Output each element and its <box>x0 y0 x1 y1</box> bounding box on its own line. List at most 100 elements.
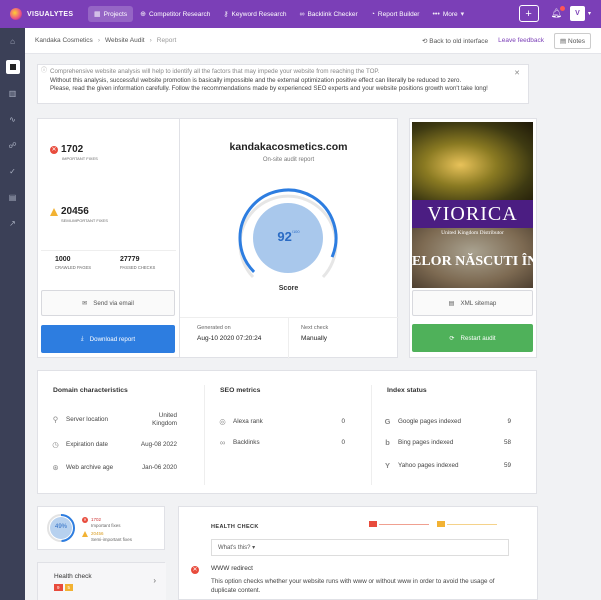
bing-label: Bing pages indexed <box>398 439 454 446</box>
yahoo-icon: Y <box>384 461 390 470</box>
error-icon: ✕ <box>82 517 88 523</box>
health-nav-warnings: 5 <box>64 584 74 591</box>
chevron-down-icon: ▾ <box>460 11 465 18</box>
chevron-right-icon: › <box>97 37 100 44</box>
chevron-down-icon: ▾ <box>252 545 256 551</box>
nav-projects-label: Projects <box>103 10 128 18</box>
users-icon[interactable]: ☍ <box>0 132 25 158</box>
server-location-value-1: United <box>158 411 177 419</box>
audit-subtitle: On-site audit report <box>262 157 315 163</box>
logo-mark <box>10 8 22 20</box>
health-check-nav[interactable]: Health check 9 5 › <box>37 562 166 600</box>
domain-chars-title: Domain characteristics <box>53 387 128 394</box>
nav-report-builder[interactable]: ◔ Report Builder <box>365 6 426 22</box>
score-max: /100 <box>291 229 300 234</box>
crumb-project[interactable]: Kandaka Cosmetics <box>35 37 93 44</box>
yahoo-label: Yahoo pages indexed <box>398 462 459 469</box>
alexa-label: Alexa rank <box>233 418 263 425</box>
nav-competitor-label: Competitor Research <box>148 10 211 18</box>
whats-this-dropdown[interactable]: What's this? ▾ <box>211 539 509 556</box>
restart-audit-button[interactable]: ⟳ Restart audit <box>412 324 533 352</box>
generated-info: Generated on Aug-10 2020 07:20:24 <box>197 325 261 342</box>
crumb-audit[interactable]: Website Audit <box>105 37 145 44</box>
backlinks-value: 0 <box>341 439 345 446</box>
back-old-interface-link[interactable]: ⟲ Back to old interface <box>422 37 488 45</box>
legend-warning-swatch <box>437 521 445 527</box>
crawled-pages-label: Crawled pages <box>55 265 92 270</box>
legend-error-swatch <box>369 521 377 527</box>
restart-icon: ⟳ <box>449 334 455 342</box>
home-icon[interactable]: ⌂ <box>0 28 25 54</box>
close-icon[interactable]: ✕ <box>514 70 520 79</box>
report-icon[interactable]: ▤ <box>0 184 25 210</box>
screenshot-banner: United Kingdom Distributor ELOR NĂSCUTI … <box>412 228 533 288</box>
error-icon: ✕ <box>191 566 199 574</box>
mini-semi: 20456 Semi-important fixes <box>82 531 132 542</box>
legend-error-bar <box>379 524 429 525</box>
expiration-date-row: ◷ Expiration date Aug-08 2022 <box>51 440 177 449</box>
pulse-icon[interactable]: ∿ <box>0 106 25 132</box>
generated-value: Aug-10 2020 07:20:24 <box>197 335 262 342</box>
sitemap-label: XML sitemap <box>460 299 497 307</box>
google-value: 9 <box>507 418 511 425</box>
score-card: kandakacosmetics.com On-site audit repor… <box>179 118 399 359</box>
feedback-link[interactable]: Leave feedback <box>498 37 544 44</box>
send-email-button[interactable]: ✉ Send via email <box>41 290 175 316</box>
index-status-title: Index status <box>387 387 427 394</box>
mini-score-value: 49% <box>54 524 67 530</box>
check-list-icon[interactable]: ✓ <box>0 158 25 184</box>
breadcrumb: Kandaka Cosmetics › Website Audit › Repo… <box>25 28 601 54</box>
bar-chart-icon[interactable]: ▥ <box>0 80 25 106</box>
nav-competitor-research[interactable]: ⊕ Competitor Research <box>134 6 216 22</box>
nav-more[interactable]: ••• More ▾ <box>426 6 473 22</box>
download-report-button[interactable]: ⤓ Download report <box>41 325 175 353</box>
back-link-label: Back to old interface <box>429 37 489 45</box>
google-label: Google pages indexed <box>398 418 462 425</box>
avatar-chevron-icon[interactable]: ▾ <box>588 10 591 17</box>
restart-label: Restart audit <box>460 334 496 342</box>
app-logo[interactable]: VISUALYTES <box>0 0 88 28</box>
nav-backlink-checker[interactable]: ∞ Backlink Checker <box>293 6 363 22</box>
nav-keyword-research[interactable]: ⚷ Keyword Research <box>217 6 292 22</box>
nav-keyword-label: Keyword Research <box>231 10 287 18</box>
expiration-value: Aug-08 2022 <box>140 441 177 448</box>
sidebar-item-audit[interactable] <box>0 54 25 80</box>
pie-icon: ◔ <box>370 10 375 18</box>
yahoo-value: 59 <box>503 462 511 469</box>
screenshot-tagline: ELOR NĂSCUTI ÎN <box>412 254 533 269</box>
header-actions: ⟲ Back to old interface Leave feedback ▤… <box>422 32 591 49</box>
key-icon: ⚷ <box>223 11 229 18</box>
semi-fixes-stat: 20456 Semi-important fixes <box>50 206 108 223</box>
xml-sitemap-button[interactable]: ▤ XML sitemap <box>412 290 533 316</box>
bell-icon[interactable]: 🔔︎ <box>551 6 565 19</box>
whats-this-label: What's this? <box>218 545 251 551</box>
google-icon: G <box>384 417 391 426</box>
notes-button[interactable]: ▤ Notes <box>554 32 591 49</box>
passed-checks-value: 27779 <box>120 256 140 263</box>
clock-icon: ◷ <box>52 440 59 449</box>
info-notice: ⓘ Comprehensive website analysis will he… <box>37 64 529 104</box>
google-indexed-row: G Google pages indexed 9 <box>383 417 511 426</box>
info-icon: ⓘ <box>41 68 48 74</box>
dots-icon: ••• <box>432 10 440 18</box>
important-fixes-stat: ✕ 1702 Important fixes <box>50 144 98 161</box>
stats-card: ✕ 1702 Important fixes 20456 Semi-importa… <box>37 118 180 358</box>
crawled-pages-value: 1000 <box>55 256 71 263</box>
download-label: Download report <box>89 335 136 343</box>
mini-summary-card: 49% ✕ 1702 Important fixes 20456 Semi-impor… <box>37 506 165 550</box>
audited-domain: kandakacosmetics.com <box>229 141 348 153</box>
semi-fixes-label: Semi-important fixes <box>61 218 108 223</box>
download-icon: ⤓ <box>80 335 84 342</box>
avatar[interactable]: V <box>569 6 585 21</box>
top-right-tools: + 🔔︎ V ▾ <box>518 5 591 22</box>
nav-projects[interactable]: ▦ Projects <box>88 6 134 22</box>
important-fixes-label: Important fixes <box>62 156 98 161</box>
next-check-info: Next check Manually <box>301 325 328 342</box>
passed-checks-stat: 27779 Passed checks <box>120 256 155 270</box>
server-location-value: United Kingdom <box>152 412 177 428</box>
add-button[interactable]: + <box>518 5 539 22</box>
rocket-icon[interactable]: ↗ <box>0 210 25 236</box>
server-location-value-2: Kingdom <box>152 419 177 427</box>
error-icon: ✕ <box>50 146 58 155</box>
app-name: VISUALYTES <box>27 10 74 18</box>
